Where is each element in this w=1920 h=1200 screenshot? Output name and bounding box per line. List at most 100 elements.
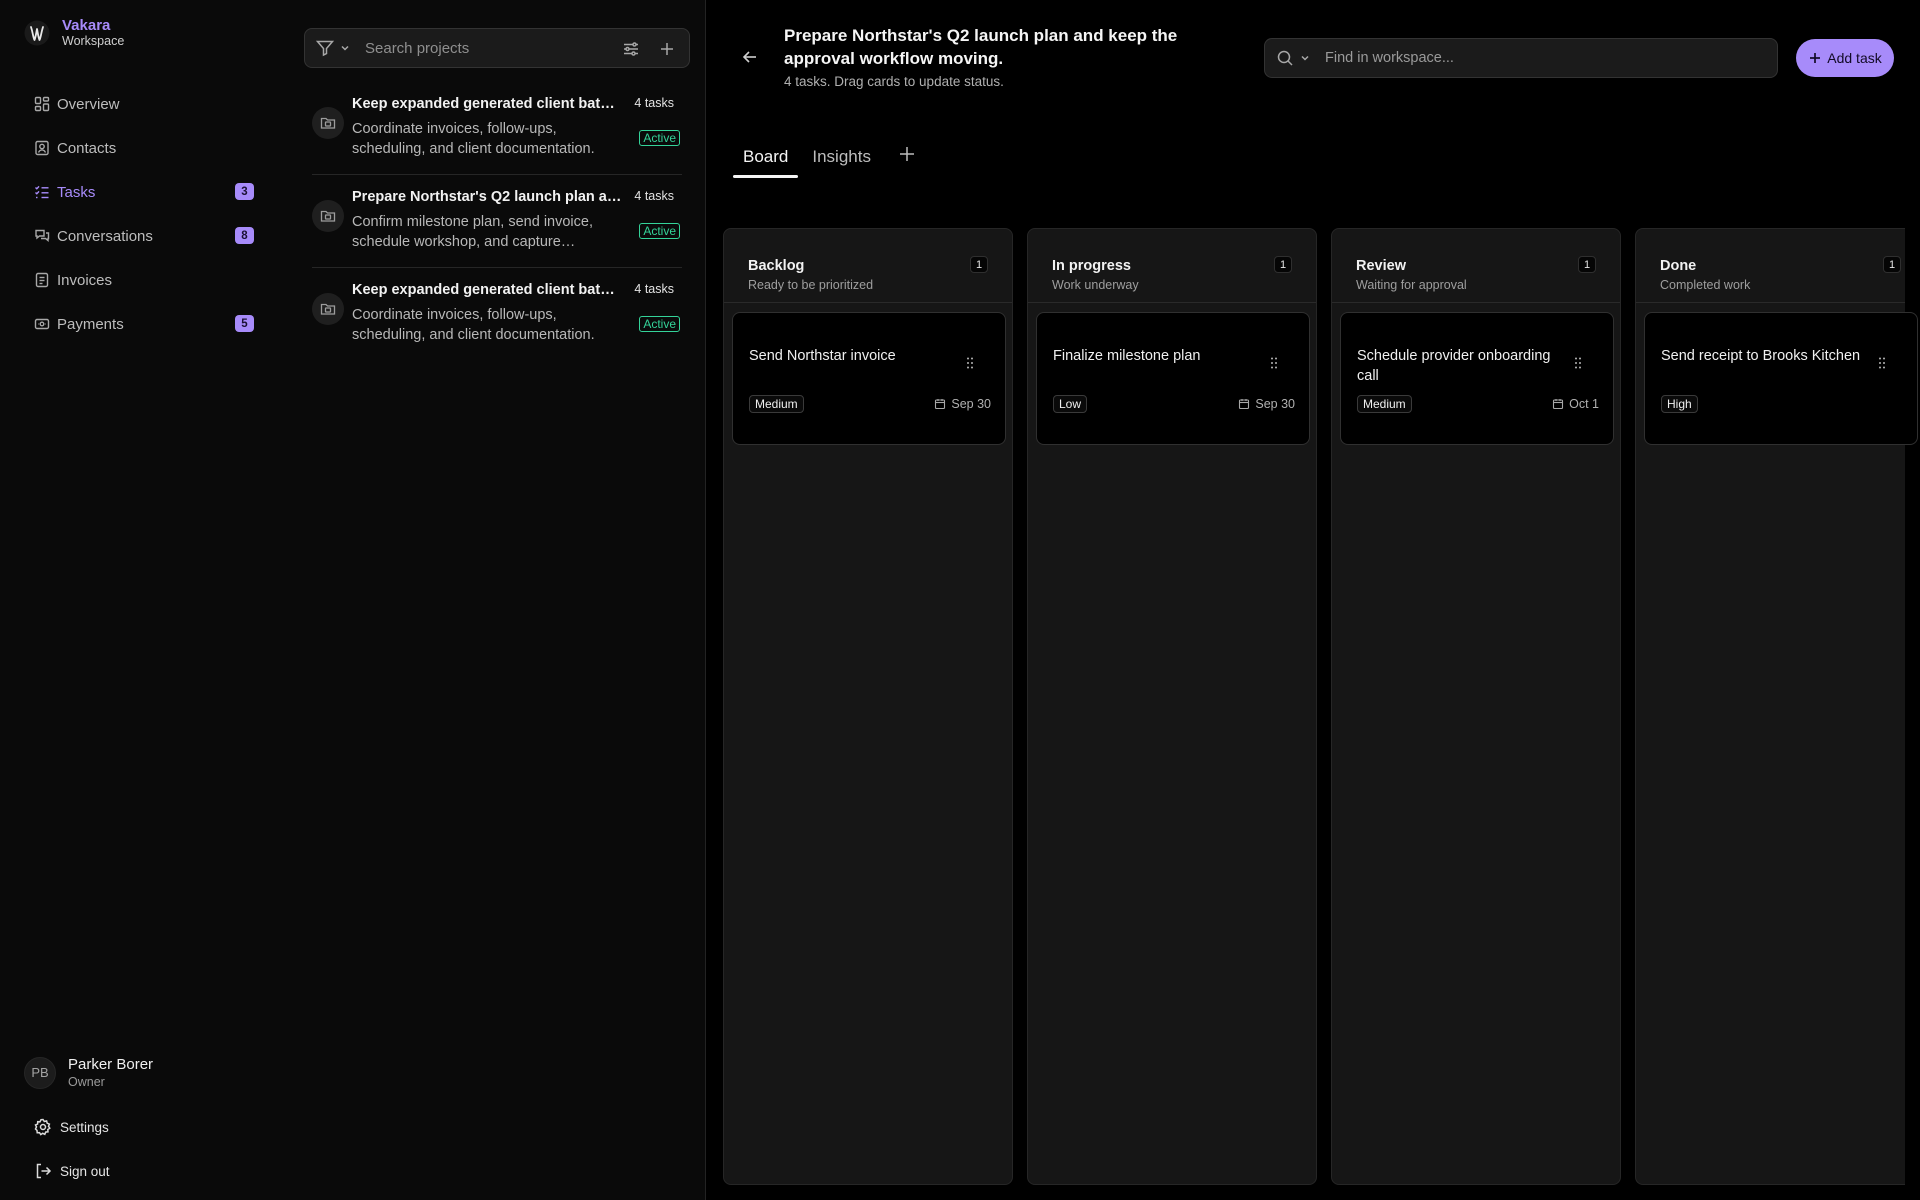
column-count-badge: 1: [1578, 256, 1596, 273]
column-review[interactable]: Review Waiting for approval 1 Schedule p…: [1331, 228, 1621, 1185]
project-list-item[interactable]: Keep expanded generated client batch 1… …: [312, 82, 682, 175]
dashboard-icon: [34, 96, 50, 112]
column-title: Done: [1660, 258, 1697, 274]
plus-icon[interactable]: [658, 40, 676, 58]
view-tabs: Board Insights: [733, 140, 917, 178]
priority-badge: High: [1661, 395, 1698, 413]
priority-badge: Low: [1053, 395, 1088, 413]
sidebar-item-payments[interactable]: Payments 5: [22, 302, 262, 346]
tab-insights[interactable]: Insights: [802, 140, 881, 178]
column-count-badge: 1: [970, 256, 988, 273]
project-title: Keep expanded generated client batch 1…: [352, 96, 622, 112]
task-card[interactable]: Schedule provider onboarding call Medium…: [1340, 312, 1614, 445]
sidebar-item-invoices[interactable]: Invoices: [22, 258, 262, 302]
sidebar-item-label: Invoices: [57, 271, 113, 289]
column-backlog[interactable]: Backlog Ready to be prioritized 1 Send N…: [723, 228, 1013, 1185]
status-badge: Active: [639, 223, 680, 239]
sign-out-link[interactable]: Sign out: [34, 1162, 110, 1180]
project-task-count: 4 tasks: [634, 189, 674, 203]
page-title: Prepare Northstar's Q2 launch plan and k…: [784, 26, 1178, 68]
list-checks-icon: [35, 185, 49, 199]
page-subtitle: 4 tasks. Drag cards to update status.: [784, 74, 1004, 89]
sidebar-nav: Overview Contacts Tasks 3 Conversations …: [22, 82, 262, 346]
drag-handle-icon[interactable]: [1877, 356, 1887, 370]
column-count-badge: 1: [1883, 256, 1901, 273]
project-search-input[interactable]: [365, 39, 605, 57]
project-list-item[interactable]: Keep expanded generated client batch … 4…: [312, 268, 682, 361]
brand[interactable]: Vakara Workspace: [24, 18, 124, 48]
settings-link[interactable]: Settings: [34, 1118, 109, 1136]
calendar-icon: [1239, 399, 1250, 410]
add-task-button[interactable]: Add task: [1796, 39, 1894, 77]
due-date-label: Sep 30: [951, 397, 991, 411]
sidebar-item-label: Contacts: [57, 139, 117, 157]
calendar-icon: [935, 399, 946, 410]
avatar: PB: [24, 1056, 56, 1089]
drag-handle-icon[interactable]: [1269, 356, 1279, 370]
contact-card-icon: [35, 140, 49, 156]
task-title: Send Northstar invoice: [749, 348, 896, 364]
folder-icon: [312, 107, 344, 139]
brand-subtitle: Workspace: [62, 34, 125, 48]
column-title: In progress: [1052, 258, 1131, 274]
project-task-count: 4 tasks: [634, 282, 674, 296]
user-profile[interactable]: PB Parker Borer Owner: [24, 1056, 153, 1090]
sidebar-item-label: Conversations: [57, 227, 153, 245]
task-card[interactable]: Send Northstar invoice Medium Sep 30: [732, 312, 1006, 445]
task-card[interactable]: Finalize milestone plan Low Sep 30: [1036, 312, 1310, 445]
project-title: Prepare Northstar's Q2 launch plan and …: [352, 189, 622, 205]
chat-bubbles-icon: [35, 229, 50, 242]
sidebar-item-label: Overview: [57, 95, 120, 113]
sidebar-item-conversations[interactable]: Conversations 8: [22, 214, 262, 258]
column-title: Backlog: [748, 258, 805, 274]
column-header: Review Waiting for approval 1: [1332, 229, 1620, 303]
project-list-panel: Keep expanded generated client batch 1… …: [288, 0, 706, 1200]
search-scope-button[interactable]: [1276, 49, 1311, 67]
sidebar-item-label: Payments: [57, 315, 124, 333]
due-date: Sep 30: [1238, 397, 1295, 411]
sign-out-icon: [36, 1163, 52, 1179]
tab-board[interactable]: Board: [733, 140, 799, 178]
column-done[interactable]: Done Completed work 1 Send receipt to Br…: [1635, 228, 1918, 1185]
back-arrow-icon[interactable]: [741, 48, 759, 66]
document-icon: [35, 272, 49, 288]
due-date-label: Oct 1: [1569, 397, 1599, 411]
vakara-logo-icon: [24, 20, 50, 46]
project-list-item[interactable]: Prepare Northstar's Q2 launch plan and ……: [312, 175, 682, 268]
sidebar: Vakara Workspace Overview Contacts Tasks: [0, 0, 288, 1200]
column-title: Review: [1356, 258, 1406, 274]
add-tab-plus-icon[interactable]: [897, 144, 917, 164]
column-header: Done Completed work 1: [1636, 229, 1905, 303]
drag-handle-icon[interactable]: [1573, 356, 1583, 370]
task-title: Finalize milestone plan: [1053, 348, 1201, 364]
brand-name: Vakara: [62, 17, 111, 34]
status-badge: Active: [639, 316, 680, 332]
sidebar-item-tasks[interactable]: Tasks 3: [22, 170, 262, 214]
drag-handle-icon[interactable]: [965, 356, 975, 370]
column-subtitle: Completed work: [1660, 278, 1751, 292]
priority-badge: Medium: [1357, 395, 1412, 413]
project-list: Keep expanded generated client batch 1… …: [312, 82, 682, 361]
main-panel: Prepare Northstar's Q2 launch plan and k…: [707, 0, 1920, 1200]
filter-button[interactable]: [315, 38, 351, 58]
workspace-search-input[interactable]: [1325, 50, 1725, 66]
tasks-count-badge: 3: [235, 183, 254, 200]
user-name: Parker Borer: [68, 1056, 154, 1073]
due-date-label: Sep 30: [1255, 397, 1295, 411]
task-card[interactable]: Send receipt to Brooks Kitchen High: [1644, 312, 1918, 445]
search-icon: [1277, 50, 1293, 66]
sidebar-item-contacts[interactable]: Contacts: [22, 126, 262, 170]
sidebar-item-overview[interactable]: Overview: [22, 82, 262, 126]
project-task-count: 4 tasks: [634, 96, 674, 110]
banknote-icon: [34, 318, 50, 330]
project-search-bar: [304, 28, 690, 68]
priority-badge: Medium: [749, 395, 804, 413]
settings-label: Settings: [60, 1119, 109, 1135]
column-in-progress[interactable]: In progress Work underway 1 Finalize mil…: [1027, 228, 1317, 1185]
project-description: Coordinate invoices, follow-ups, schedul…: [352, 121, 595, 157]
column-count-badge: 1: [1274, 256, 1292, 273]
project-description: Coordinate invoices, follow-ups, schedul…: [352, 307, 595, 343]
gear-icon: [34, 1118, 51, 1136]
chevron-down-icon: [341, 45, 349, 51]
sliders-icon[interactable]: [622, 40, 640, 58]
